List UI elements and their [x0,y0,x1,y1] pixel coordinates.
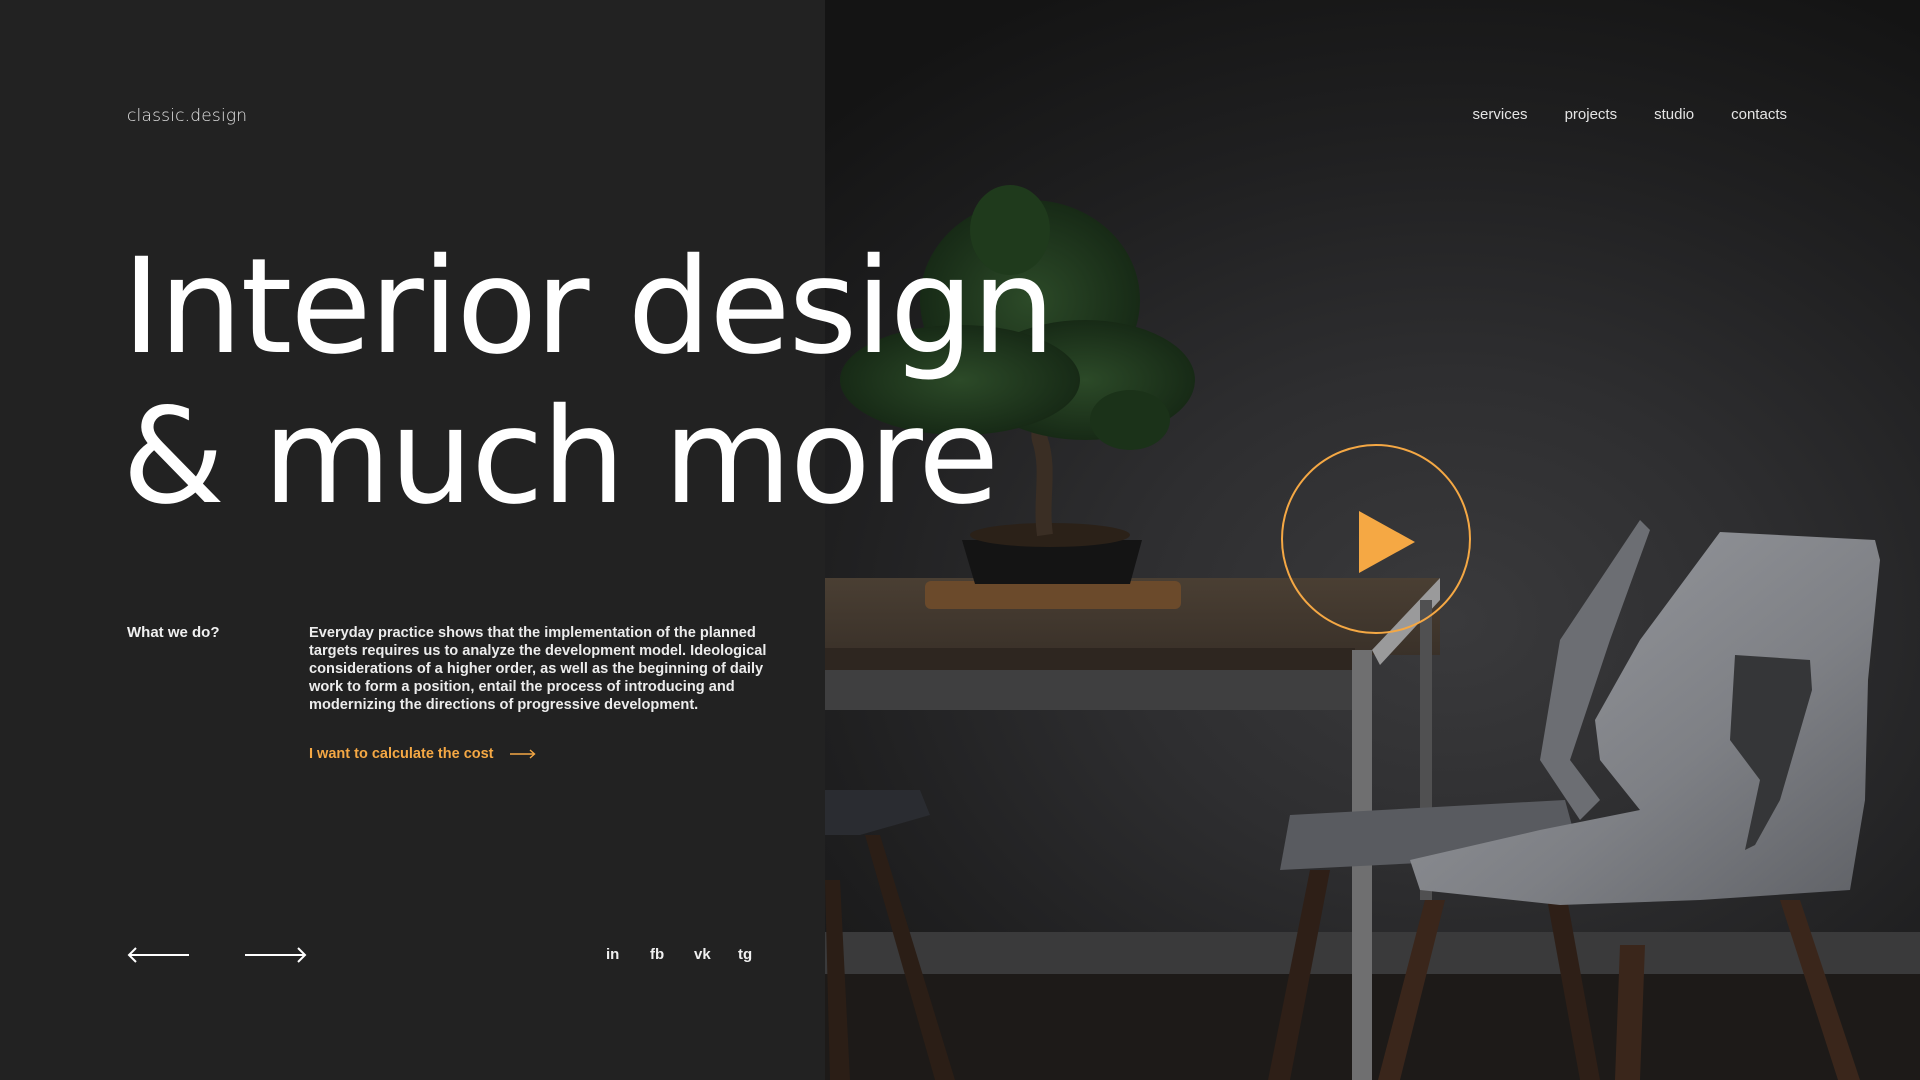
chair-left-seat [825,790,930,835]
slider-pager [127,945,307,965]
nav-item-projects[interactable]: projects [1565,106,1618,123]
floor [825,974,1920,1080]
arrow-right-icon [509,749,536,759]
play-video-button[interactable] [1281,444,1471,634]
hero-title: Interior design & much more [122,230,1055,534]
social-link-telegram[interactable]: tg [738,946,782,963]
bonsai-foliage [1090,390,1170,450]
next-slide-button[interactable] [245,945,307,965]
section-label: What we do? [127,624,220,641]
chair-front-back [1410,532,1880,905]
play-icon [1359,511,1415,573]
main-nav: services projects studio contacts [1473,106,1787,123]
social-link-facebook[interactable]: fb [650,946,694,963]
arrow-left-icon [127,947,189,963]
calculate-cost-link[interactable]: I want to calculate the cost [309,746,536,762]
hero-title-line-1: Interior design [122,230,1055,384]
table-edge [825,648,1355,670]
social-link-linkedin[interactable]: in [606,946,650,963]
calculate-cost-label: I want to calculate the cost [309,746,494,762]
social-link-vk[interactable]: vk [694,946,738,963]
social-links: in fb vk tg [606,946,782,963]
baseboard [825,932,1920,974]
chair-front-leg [1615,945,1645,1080]
section-description: Everyday practice shows that the impleme… [309,625,767,713]
nav-item-services[interactable]: services [1473,106,1528,123]
table-apron [825,670,1355,710]
arrow-right-icon [245,947,307,963]
left-panel [0,0,825,1080]
nav-item-studio[interactable]: studio [1654,106,1694,123]
logo[interactable]: classic.design [127,106,247,126]
hero-title-line-2: & much more [122,380,999,534]
nav-item-contacts[interactable]: contacts [1731,106,1787,123]
previous-slide-button[interactable] [127,945,189,965]
bonsai-tray [925,581,1181,609]
